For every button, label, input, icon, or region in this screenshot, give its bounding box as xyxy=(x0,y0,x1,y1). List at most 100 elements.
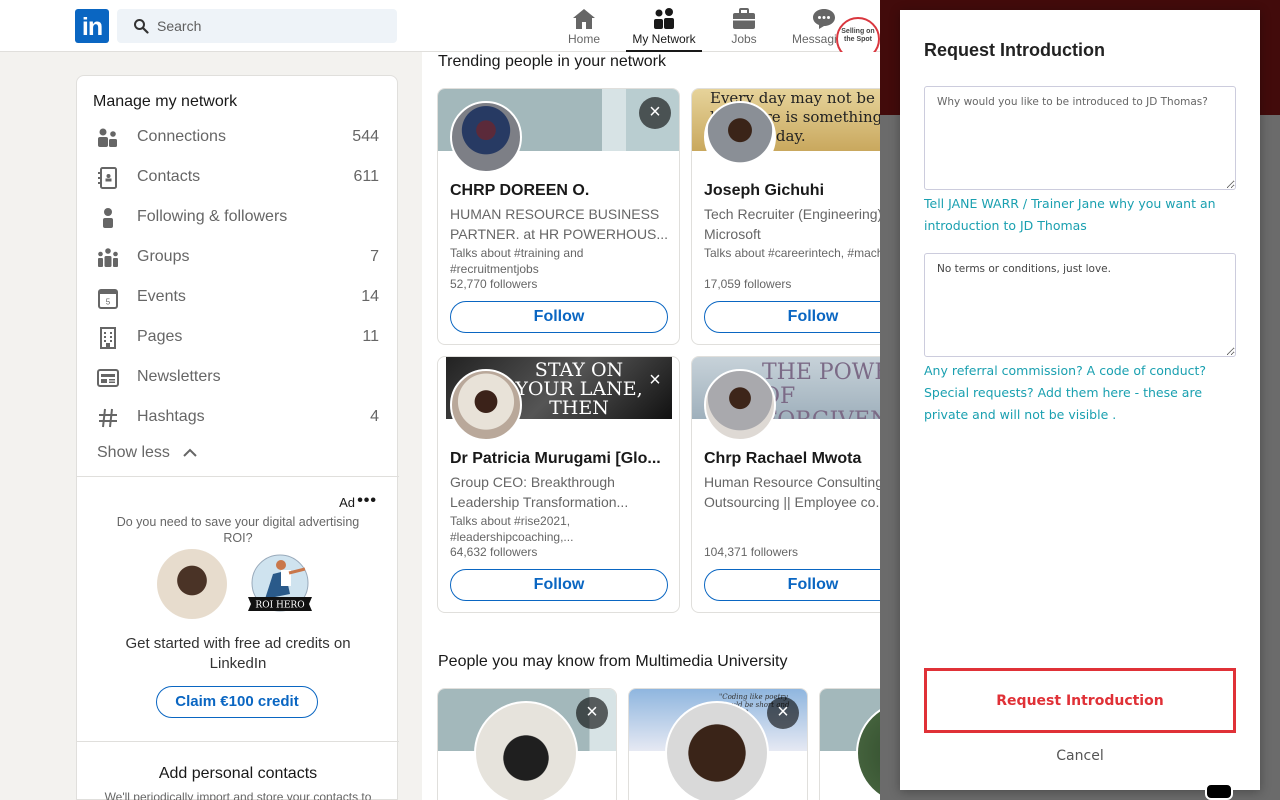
contacts-icon xyxy=(98,167,117,189)
person-card[interactable]: Every day may not be good, but there is … xyxy=(691,88,892,345)
nav-jobs-label: Jobs xyxy=(731,32,757,46)
svg-text:5: 5 xyxy=(106,298,111,307)
follower-count: 17,059 followers xyxy=(704,277,792,291)
terms-textarea[interactable] xyxy=(924,253,1236,357)
follow-button[interactable]: Follow xyxy=(450,301,668,333)
dismiss-button[interactable]: × xyxy=(767,697,799,729)
sidebar-item-events[interactable]: 5 Events 14 xyxy=(77,277,399,317)
profile-avatar[interactable] xyxy=(704,369,776,441)
person-card[interactable]: STAY ON YOUR LANE, THEN EXPAND IT. × Dr … xyxy=(437,356,680,613)
profile-avatar[interactable] xyxy=(474,701,578,800)
sidebar-item-following-followers[interactable]: Following & followers xyxy=(77,197,399,237)
add-contacts-subtitle: We'll periodically import and store your… xyxy=(104,790,372,800)
ad-body: Get started with free ad credits on Link… xyxy=(125,635,351,672)
sidebar-item-count: 4 xyxy=(370,408,379,425)
ad-more-options-button[interactable]: ••• xyxy=(357,492,377,510)
roi-hero-badge-text: ROI HERO xyxy=(255,601,304,611)
person-card[interactable]: × CHRP DOREEN O. HUMAN RESOURCE BUSINESS… xyxy=(437,88,680,345)
sidebar-item-contacts[interactable]: Contacts 611 xyxy=(77,157,399,197)
main-content: Trending people in your network × CHRP D… xyxy=(422,52,892,800)
person-card[interactable]: THE POWER OF FORGIVENESS Chrp Rachael Mw… xyxy=(691,356,892,613)
sidebar-item-pages[interactable]: Pages 11 xyxy=(77,317,399,357)
person-icon xyxy=(103,208,113,228)
newsletter-icon xyxy=(97,369,119,387)
claim-credit-button[interactable]: Claim €100 credit xyxy=(156,686,318,718)
profile-avatar[interactable] xyxy=(665,701,769,800)
show-less-label: Show less xyxy=(97,444,170,461)
add-contacts-title: Add personal contacts xyxy=(158,765,318,782)
calendar-icon: 5 xyxy=(98,289,118,309)
nav-jobs[interactable]: Jobs xyxy=(722,0,766,52)
sidebar-item-count: 544 xyxy=(352,128,379,145)
sidebar-item-label: Groups xyxy=(137,248,190,265)
sidebar-item-label: Hashtags xyxy=(137,408,205,425)
sidebar-item-label: Events xyxy=(137,288,186,305)
roi-hero-logo: ROI HERO xyxy=(248,554,312,612)
person-headline: Group CEO: Breakthrough Leadership Trans… xyxy=(450,474,629,510)
building-icon xyxy=(100,327,116,349)
dismiss-button[interactable]: × xyxy=(576,697,608,729)
suggested-person-card[interactable]: "Coding like poetry should be short and … xyxy=(628,688,808,800)
person-topics: Talks about #careerintech, #machinelearn… xyxy=(704,246,892,260)
profile-avatar[interactable] xyxy=(450,369,522,441)
profile-avatar[interactable] xyxy=(704,101,776,173)
nav-my-network-label: My Network xyxy=(632,32,696,46)
person-name[interactable]: CHRP DOREEN O. xyxy=(450,182,672,200)
profile-avatar[interactable] xyxy=(450,101,522,173)
divider xyxy=(77,476,399,477)
show-less-button[interactable]: Show less xyxy=(97,444,198,462)
sidebar-item-hashtags[interactable]: Hashtags 4 xyxy=(77,397,399,437)
request-introduction-button[interactable]: Request Introduction xyxy=(924,668,1236,733)
hashtag-icon xyxy=(99,408,117,428)
nav-my-network[interactable]: My Network xyxy=(626,0,702,52)
person-name[interactable]: Dr Patricia Murugami [Glo... xyxy=(450,450,672,468)
terms-hint: Any referral commission? A code of condu… xyxy=(924,363,1207,422)
sidebar-item-newsletters[interactable]: Newsletters xyxy=(77,357,399,397)
person-topics: Talks about #training and #recruitmentjo… xyxy=(450,246,584,276)
sidebar-item-count: 11 xyxy=(362,328,379,345)
search-input[interactable] xyxy=(157,9,387,43)
introduction-reason-hint: Tell JANE WARR / Trainer Jane why you wa… xyxy=(924,196,1216,233)
divider xyxy=(77,741,399,742)
follower-count: 64,632 followers xyxy=(450,545,538,559)
user-avatar xyxy=(157,549,227,619)
sidebar-item-groups[interactable]: Groups 7 xyxy=(77,237,399,277)
request-introduction-modal: Request Introduction Tell JANE WARR / Tr… xyxy=(900,10,1260,790)
person-headline: Human Resource Consulting | Outsourcing … xyxy=(704,474,891,510)
person-name[interactable]: Joseph Gichuhi xyxy=(704,182,892,200)
sidebar-title: Manage my network xyxy=(93,93,238,110)
linkedin-logo[interactable]: in xyxy=(75,9,109,43)
trending-title: Trending people in your network xyxy=(438,53,666,70)
follower-count: 104,371 followers xyxy=(704,545,799,559)
cancel-button[interactable]: Cancel xyxy=(924,748,1236,764)
sidebar-item-label: Contacts xyxy=(137,168,201,185)
follow-button[interactable]: Follow xyxy=(450,569,668,601)
suggested-person-card[interactable]: × xyxy=(437,688,617,800)
dismiss-button[interactable]: × xyxy=(639,365,671,397)
message-icon xyxy=(813,9,835,29)
nav-home[interactable]: Home xyxy=(560,0,608,52)
follow-button[interactable]: Follow xyxy=(704,569,892,601)
network-icon xyxy=(654,8,674,29)
nav-home-label: Home xyxy=(567,32,600,46)
ad-label: Ad xyxy=(339,495,355,510)
pymk-title: People you may know from Multimedia Univ… xyxy=(438,653,788,670)
home-icon xyxy=(573,9,595,29)
search-icon xyxy=(134,19,149,34)
connections-icon xyxy=(98,128,117,147)
chevron-up-icon xyxy=(183,448,198,457)
person-headline: Tech Recruiter (Engineering) Microsoft xyxy=(704,206,883,242)
person-name[interactable]: Chrp Rachael Mwota xyxy=(704,450,892,468)
follow-button[interactable]: Follow xyxy=(704,301,892,333)
sidebar-item-connections[interactable]: Connections 544 xyxy=(77,117,399,157)
introduction-reason-textarea[interactable] xyxy=(924,86,1236,190)
groups-icon xyxy=(98,248,118,267)
search-box[interactable] xyxy=(117,9,397,43)
sidebar-item-label: Following & followers xyxy=(137,208,288,225)
briefcase-icon xyxy=(733,8,755,29)
dismiss-button[interactable]: × xyxy=(639,97,671,129)
keyboard-shortcut-badge[interactable] xyxy=(1205,783,1233,800)
modal-title: Request Introduction xyxy=(924,40,1105,60)
follower-count: 52,770 followers xyxy=(450,277,538,291)
sidebar-item-label: Newsletters xyxy=(137,368,221,385)
